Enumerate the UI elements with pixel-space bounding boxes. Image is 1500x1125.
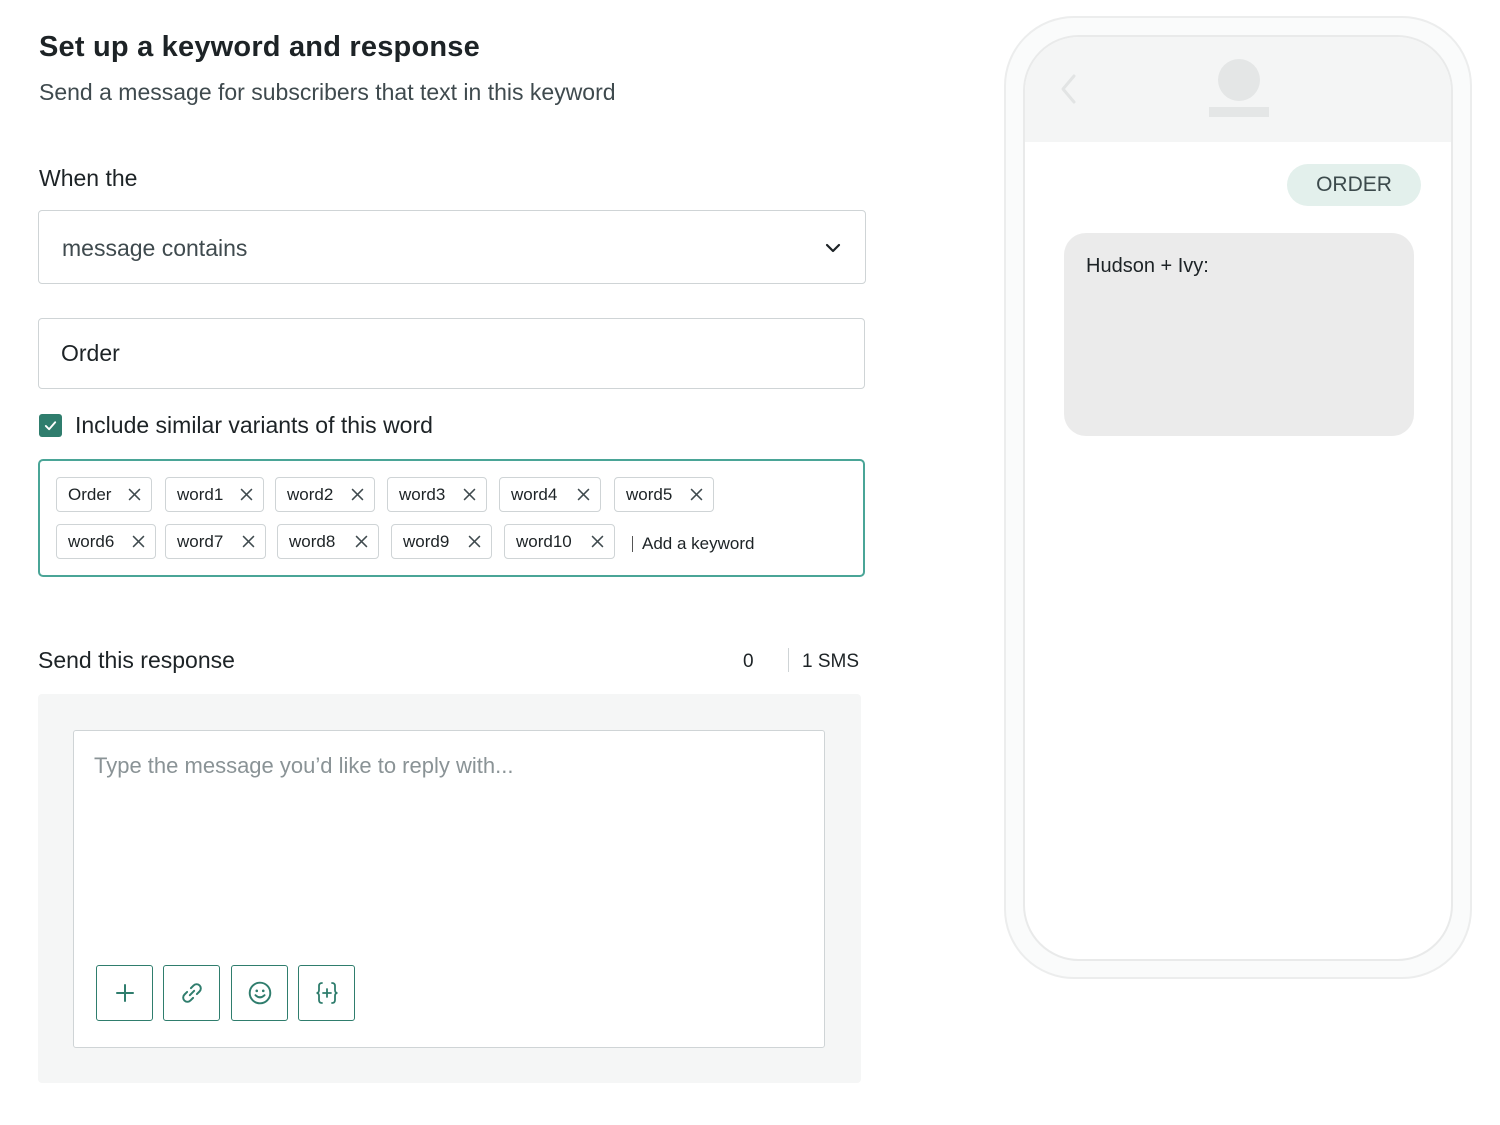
keyword-chip: word2: [275, 477, 375, 512]
keyword-chip: word3: [387, 477, 487, 512]
insert-emoji-button[interactable]: [231, 965, 288, 1021]
close-icon[interactable]: [591, 535, 604, 548]
when-label: When the: [39, 165, 138, 191]
keyword-chip: word7: [165, 524, 266, 559]
check-icon: [44, 420, 57, 430]
contact-avatar-icon: [1218, 59, 1260, 101]
insert-link-button[interactable]: [163, 965, 220, 1021]
include-variants-checkbox[interactable]: [39, 413, 62, 437]
plus-icon: [115, 984, 134, 1002]
keyword-chip-label: word8: [289, 531, 336, 551]
include-variants-label: Include similar variants of this word: [75, 411, 433, 438]
keyword-chip: word9: [391, 524, 492, 559]
text-caret: [632, 536, 633, 552]
page-subtitle: Send a message for subscribers that text…: [39, 79, 616, 105]
keyword-chip-label: word6: [68, 531, 115, 551]
close-icon[interactable]: [577, 488, 590, 501]
close-icon[interactable]: [132, 535, 145, 548]
add-media-button[interactable]: [96, 965, 153, 1021]
include-variants-row[interactable]: Include similar variants of this word: [39, 411, 433, 439]
reply-sender-name: Hudson + Ivy:: [1086, 255, 1209, 277]
keyword-chip-label: word10: [516, 531, 572, 551]
close-icon[interactable]: [240, 488, 253, 501]
page-title: Set up a keyword and response: [39, 31, 480, 63]
keyword-input[interactable]: [38, 318, 865, 389]
close-icon[interactable]: [468, 535, 481, 548]
keyword-chip-label: word2: [287, 484, 334, 504]
close-icon[interactable]: [128, 488, 141, 501]
send-response-label: Send this response: [38, 647, 235, 673]
back-arrow-icon: [1061, 74, 1076, 104]
reply-preview-bubble: Hudson + Ivy:: [1064, 233, 1414, 436]
phone-preview-screen: ORDER Hudson + Ivy:: [1023, 35, 1453, 961]
chevron-down-icon: [825, 243, 841, 253]
keyword-chip: word5: [614, 477, 714, 512]
close-icon[interactable]: [351, 488, 364, 501]
keyword-chip-label: word7: [177, 531, 224, 551]
close-icon[interactable]: [355, 535, 368, 548]
keyword-chip: Order: [56, 477, 152, 512]
close-icon[interactable]: [690, 488, 703, 501]
counter-divider: [788, 648, 789, 672]
keyword-chip-label: Order: [68, 484, 112, 504]
condition-select[interactable]: message contains: [38, 210, 866, 284]
response-message-input[interactable]: [74, 731, 824, 931]
keyword-chip-label: word5: [626, 484, 673, 504]
variants-keyword-box[interactable]: Order word1 word2 word3 word4 word5 word…: [38, 459, 865, 577]
keyword-chip-label: word4: [511, 484, 558, 504]
link-icon: [181, 983, 202, 1003]
insert-variable-button[interactable]: [298, 965, 355, 1021]
condition-select-value: message contains: [62, 235, 248, 261]
emoji-icon: [248, 981, 271, 1005]
incoming-keyword-bubble: ORDER: [1287, 164, 1421, 206]
compose-panel: [38, 694, 861, 1083]
keyword-chip: word8: [277, 524, 379, 559]
keyword-chip: word4: [499, 477, 601, 512]
keyword-chip: word1: [165, 477, 264, 512]
sms-count: 1 SMS: [802, 651, 860, 672]
close-icon[interactable]: [463, 488, 476, 501]
phone-header: [1025, 37, 1451, 142]
contact-name-placeholder: [1209, 107, 1269, 117]
keyword-chip-label: word1: [177, 484, 224, 504]
variable-icon: [315, 982, 338, 1004]
compose-box: [73, 730, 825, 1048]
keyword-chip: word10: [504, 524, 615, 559]
add-keyword-input[interactable]: Add a keyword: [632, 534, 754, 554]
keyword-chip-label: word3: [399, 484, 446, 504]
close-icon[interactable]: [242, 535, 255, 548]
character-count: 0: [743, 651, 754, 672]
add-keyword-placeholder: Add a keyword: [642, 534, 755, 553]
keyword-chip: word6: [56, 524, 156, 559]
keyword-chip-label: word9: [403, 531, 450, 551]
